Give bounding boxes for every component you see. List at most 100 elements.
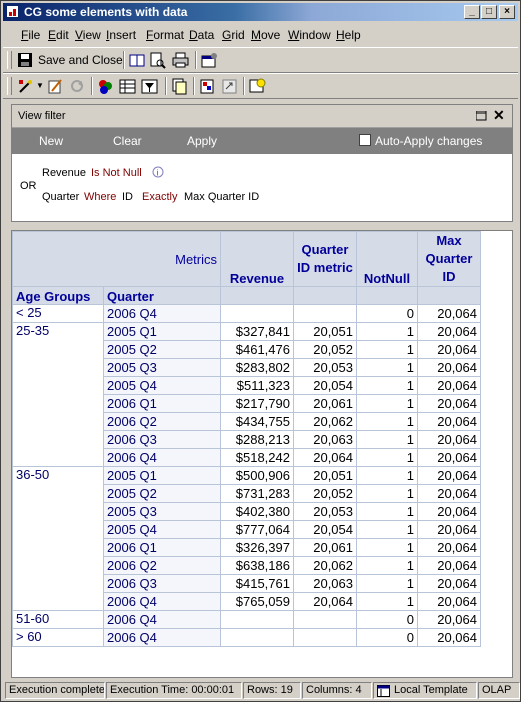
max-quarter-id-cell: 20,064 (417, 412, 481, 431)
menu-grid[interactable]: Grid (222, 28, 245, 42)
grid-view-icon[interactable] (119, 78, 136, 95)
menu-help[interactable]: Help (336, 28, 361, 42)
notnull-cell: 1 (356, 430, 418, 449)
toolbar-grip[interactable] (7, 77, 12, 95)
age-group-cell[interactable]: < 25 (12, 304, 104, 323)
quarter-cell[interactable]: 2005 Q4 (103, 520, 221, 539)
printer-icon[interactable] (172, 52, 189, 69)
view-filter-icon[interactable] (141, 78, 158, 95)
quarter-id-cell: 20,054 (293, 520, 357, 539)
auto-apply-label[interactable]: Auto-Apply changes (375, 134, 482, 148)
revenue-cell: $731,283 (220, 484, 294, 503)
quarter-cell[interactable]: 2006 Q1 (103, 538, 221, 557)
quarter-cell[interactable]: 2006 Q4 (103, 448, 221, 467)
report-objects-icon[interactable] (199, 78, 216, 95)
col-header-revenue[interactable]: Revenue (220, 231, 294, 287)
age-group-cell[interactable]: > 60 (12, 628, 104, 647)
table-row: 25-35 2005 Q1 $327,841 20,051 1 20,064 (12, 322, 481, 467)
row-header-quarter[interactable]: Quarter (103, 286, 221, 305)
menu-window[interactable]: Window (288, 28, 331, 42)
view-filter-panel: View filter ✕ New Clear Apply Auto-Apply… (11, 104, 513, 222)
age-group-cell[interactable]: 36-50 (12, 466, 104, 611)
quarter-cell[interactable]: 2005 Q3 (103, 358, 221, 377)
menu-move[interactable]: Move (251, 28, 280, 42)
condition2-value[interactable]: Max Quarter ID (184, 191, 259, 203)
max-quarter-id-cell: 20,064 (417, 430, 481, 449)
new-filter-button[interactable]: New (39, 134, 63, 148)
application-window: CG some elements with data _ □ × File Ed… (0, 0, 521, 702)
quarter-cell[interactable]: 2006 Q2 (103, 556, 221, 575)
object-browser-icon[interactable] (97, 78, 114, 95)
quarter-cell[interactable]: 2006 Q4 (103, 592, 221, 611)
quarter-cell[interactable]: 2006 Q3 (103, 574, 221, 593)
help-icon[interactable] (249, 78, 266, 95)
quarter-cell[interactable]: 2006 Q4 (103, 304, 221, 323)
dock-icon[interactable] (476, 111, 487, 121)
menu-insert[interactable]: Insert (106, 28, 136, 42)
revenue-cell: $461,476 (220, 340, 294, 359)
quarter-cell[interactable]: 2006 Q2 (103, 412, 221, 431)
row-header-age-groups[interactable]: Age Groups (12, 286, 104, 305)
toolbar-separator (193, 77, 195, 95)
menu-file[interactable]: File (21, 28, 40, 42)
quarter-cell[interactable]: 2005 Q1 (103, 466, 221, 485)
revenue-cell: $518,242 (220, 448, 294, 467)
minimize-button[interactable]: _ (464, 5, 480, 19)
condition2-operator[interactable]: Exactly (142, 191, 177, 203)
page-by-icon[interactable] (171, 78, 188, 95)
quarter-id-cell (293, 610, 357, 629)
quarter-cell[interactable]: 2005 Q3 (103, 502, 221, 521)
age-group-cell[interactable]: 25-35 (12, 322, 104, 467)
condition2-id[interactable]: ID (122, 191, 133, 203)
header-spacer (293, 286, 357, 305)
toolbar-grip[interactable] (7, 51, 12, 69)
report-grid: Metrics Revenue Quarter ID metric NotNul… (11, 230, 513, 678)
menu-data[interactable]: Data (189, 28, 214, 42)
quarter-cell[interactable]: 2005 Q1 (103, 322, 221, 341)
max-quarter-id-cell: 20,064 (417, 538, 481, 557)
condition1-operator[interactable]: Is Not Null (91, 167, 142, 179)
info-icon[interactable]: i (152, 166, 164, 178)
col-header-notnull[interactable]: NotNull (356, 231, 418, 287)
status-olap: OLAP (478, 682, 520, 699)
quarter-cell[interactable]: 2006 Q4 (103, 628, 221, 647)
refresh-icon[interactable] (69, 78, 86, 95)
metrics-header[interactable]: Metrics (12, 231, 221, 287)
properties-icon[interactable] (201, 52, 218, 69)
notnull-cell: 1 (356, 556, 418, 575)
data-explorer-icon[interactable] (221, 78, 238, 95)
condition1-field[interactable]: Revenue (42, 167, 86, 179)
quarter-id-cell: 20,051 (293, 322, 357, 341)
wand-icon[interactable] (17, 78, 34, 95)
col-header-quarter-id-metric[interactable]: Quarter ID metric (293, 231, 357, 287)
notnull-cell: 1 (356, 502, 418, 521)
or-operator[interactable]: OR (20, 180, 37, 192)
close-button[interactable]: × (499, 5, 515, 19)
quarter-cell[interactable]: 2005 Q4 (103, 376, 221, 395)
col-header-max-quarter-id[interactable]: Max Quarter ID (417, 231, 481, 287)
auto-apply-checkbox[interactable] (359, 134, 371, 146)
menu-view[interactable]: View (75, 28, 101, 42)
quarter-cell[interactable]: 2006 Q1 (103, 394, 221, 413)
menu-edit[interactable]: Edit (48, 28, 69, 42)
condition2-where[interactable]: Where (84, 191, 116, 203)
maximize-button[interactable]: □ (481, 5, 497, 19)
save-and-close-label: Save and Close (38, 53, 123, 67)
quarter-id-cell: 20,063 (293, 574, 357, 593)
quarter-id-cell: 20,064 (293, 448, 357, 467)
age-group-cell[interactable]: 51-60 (12, 610, 104, 629)
app-icon (6, 5, 19, 18)
dropdown-arrow-icon[interactable]: ▼ (36, 81, 44, 90)
apply-filter-button[interactable]: Apply (187, 134, 217, 148)
quarter-cell[interactable]: 2006 Q3 (103, 430, 221, 449)
quarter-cell[interactable]: 2005 Q2 (103, 340, 221, 359)
quarter-cell[interactable]: 2005 Q2 (103, 484, 221, 503)
menu-format[interactable]: Format (146, 28, 184, 42)
clear-filter-button[interactable]: Clear (113, 134, 142, 148)
close-icon[interactable]: ✕ (493, 107, 505, 124)
quarter-cell[interactable]: 2006 Q4 (103, 610, 221, 629)
edit-mode-icon[interactable] (47, 78, 64, 95)
print-preview-icon[interactable] (149, 52, 166, 69)
condition2-field[interactable]: Quarter (42, 191, 79, 203)
book-icon[interactable] (129, 52, 146, 69)
